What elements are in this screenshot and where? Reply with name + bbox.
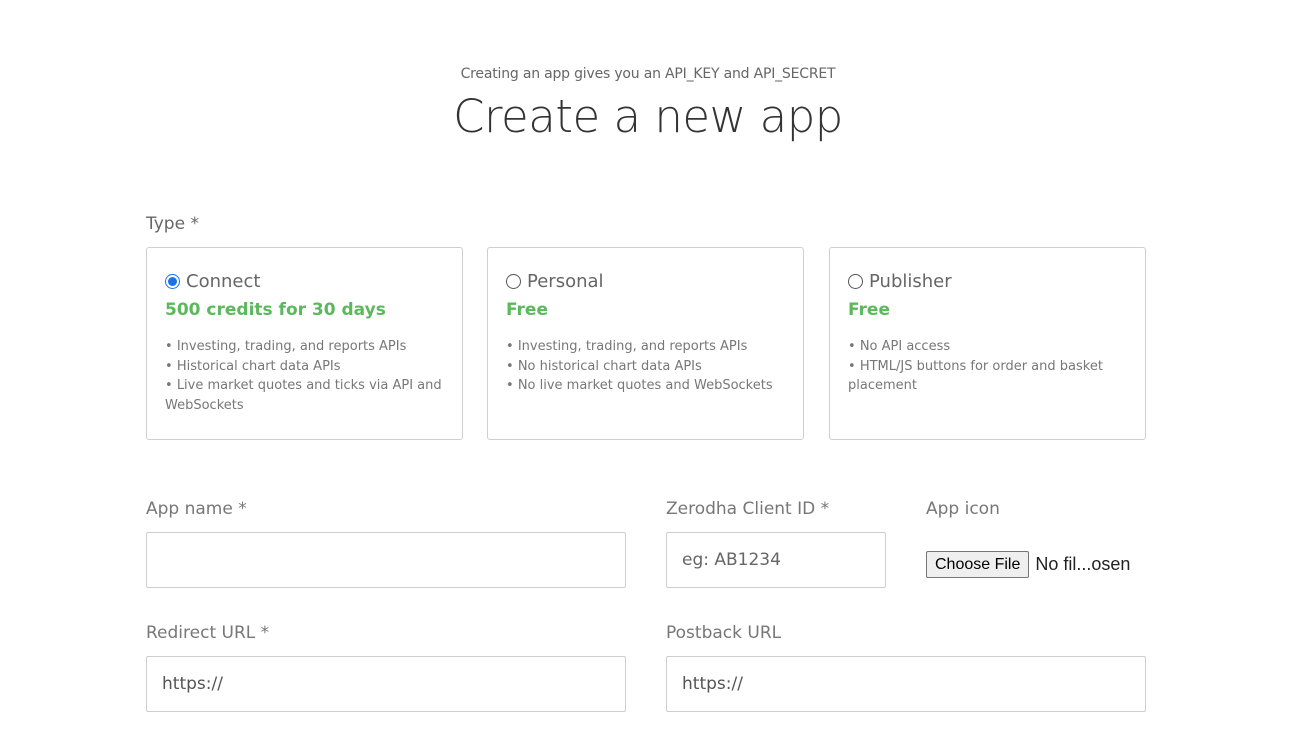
choose-file-button[interactable]: Choose File <box>926 551 1029 578</box>
type-option-price: 500 credits for 30 days <box>165 300 444 320</box>
type-option-personal[interactable]: Personal Free Investing, trading, and re… <box>487 247 804 440</box>
type-option-name: Publisher <box>869 271 952 292</box>
type-option-header: Connect <box>165 270 444 292</box>
feature-item: No historical chart data APIs <box>506 357 785 377</box>
feature-item: Investing, trading, and reports APIs <box>165 337 444 357</box>
type-option-features: Investing, trading, and reports APIs No … <box>506 337 785 396</box>
feature-item: Investing, trading, and reports APIs <box>506 337 785 357</box>
feature-item: Historical chart data APIs <box>165 357 444 377</box>
type-option-name: Connect <box>186 271 260 292</box>
type-option-price: Free <box>506 300 785 320</box>
page-subtitle: Creating an app gives you an API_KEY and… <box>0 66 1296 82</box>
client-id-label: Zerodha Client ID * <box>666 499 829 519</box>
feature-item: No live market quotes and WebSockets <box>506 376 785 396</box>
redirect-url-input[interactable] <box>146 656 626 712</box>
app-icon-label: App icon <box>926 499 1000 519</box>
redirect-url-label: Redirect URL * <box>146 623 269 643</box>
page-title: Create a new app <box>0 90 1296 143</box>
feature-item: Live market quotes and ticks via API and… <box>165 376 444 415</box>
postback-url-input[interactable] <box>666 656 1146 712</box>
feature-item: No API access <box>848 337 1127 357</box>
type-option-publisher[interactable]: Publisher Free No API access HTML/JS but… <box>829 247 1146 440</box>
client-id-input[interactable] <box>666 532 886 588</box>
radio-personal[interactable] <box>506 274 521 289</box>
type-option-header: Publisher <box>848 270 1127 292</box>
radio-publisher[interactable] <box>848 274 863 289</box>
feature-item: HTML/JS buttons for order and basket pla… <box>848 357 1127 396</box>
app-name-input[interactable] <box>146 532 626 588</box>
app-icon-file-input: Choose File No fil...osen <box>926 551 1130 578</box>
postback-url-label: Postback URL <box>666 623 781 643</box>
type-option-name: Personal <box>527 271 604 292</box>
type-option-connect[interactable]: Connect 500 credits for 30 days Investin… <box>146 247 463 440</box>
type-label: Type * <box>146 214 199 234</box>
file-status-text: No fil...osen <box>1035 554 1130 575</box>
app-name-label: App name * <box>146 499 247 519</box>
create-app-page: Creating an app gives you an API_KEY and… <box>0 0 1296 746</box>
type-option-features: No API access HTML/JS buttons for order … <box>848 337 1127 396</box>
type-option-price: Free <box>848 300 1127 320</box>
radio-connect[interactable] <box>165 274 180 289</box>
type-option-header: Personal <box>506 270 785 292</box>
type-option-features: Investing, trading, and reports APIs His… <box>165 337 444 415</box>
